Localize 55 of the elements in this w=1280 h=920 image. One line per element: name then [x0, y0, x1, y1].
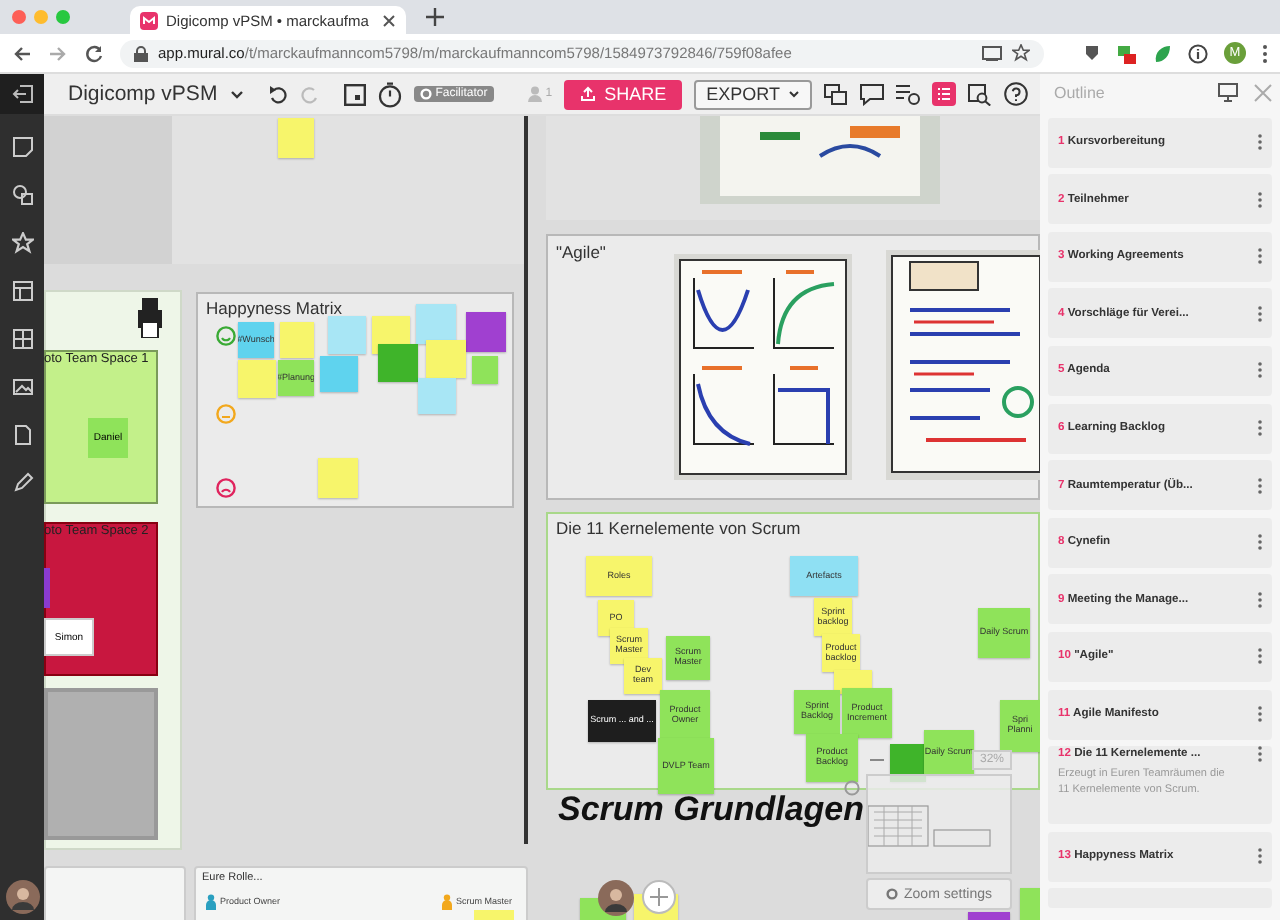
neutral-face-icon	[216, 404, 236, 424]
timer-icon[interactable]	[377, 81, 402, 107]
board-heading: Scrum Grundlagen	[558, 790, 867, 832]
help-icon[interactable]	[1004, 82, 1028, 106]
panel-title: Outline	[1052, 83, 1107, 101]
frame-title: Die 11 Kernelemente von Scrum	[556, 518, 803, 538]
card-background	[44, 866, 186, 920]
grid-icon[interactable]	[11, 328, 33, 350]
pen-icon[interactable]	[11, 472, 33, 494]
extension-icon[interactable]	[1084, 44, 1100, 62]
leaf-icon[interactable]	[1152, 43, 1172, 63]
cast-icon[interactable]	[982, 45, 1002, 61]
menu-icon[interactable]	[1262, 43, 1268, 63]
board-canvas[interactable]	[44, 116, 1040, 920]
extension-icon[interactable]	[1116, 43, 1136, 63]
sticky-note-icon[interactable]	[11, 136, 33, 158]
agile-frame[interactable]: "Agile"	[546, 234, 1040, 500]
lock-icon	[134, 45, 148, 61]
chevron-icon[interactable]	[229, 89, 244, 99]
new-tab-icon[interactable]	[426, 8, 444, 26]
image-icon[interactable]	[11, 376, 33, 398]
sad-face-icon	[216, 478, 236, 498]
chat-icon[interactable]	[860, 83, 884, 105]
info-icon[interactable]	[1188, 43, 1208, 63]
upload-icon	[580, 86, 597, 102]
activity-icon[interactable]	[896, 83, 920, 105]
gear-icon	[886, 888, 899, 900]
user-avatar[interactable]	[598, 880, 634, 916]
caret-icon	[788, 90, 800, 98]
outline-frame-icon[interactable]	[343, 83, 366, 105]
search-icon[interactable]	[968, 83, 992, 105]
export-button[interactable]: EXPORT	[694, 79, 812, 109]
presentation-icon[interactable]	[1218, 82, 1238, 102]
layers-icon[interactable]	[824, 83, 848, 105]
board-title[interactable]: Digicomp vPSM	[68, 82, 218, 106]
share-button[interactable]: SHARE	[564, 79, 683, 109]
frame-title: Happyness Matrix	[206, 298, 345, 318]
frame-title: "Agile"	[556, 242, 608, 262]
plus-icon	[650, 888, 668, 906]
app-icon	[140, 11, 158, 29]
gear-icon	[419, 88, 432, 100]
roles-panel[interactable]	[194, 866, 528, 920]
reload-icon[interactable]	[84, 43, 104, 63]
printer-icon	[138, 298, 162, 338]
shapes-icon[interactable]	[11, 184, 33, 206]
back-icon[interactable]	[12, 43, 32, 63]
outline-icon[interactable]	[932, 82, 956, 106]
close-icon[interactable]	[382, 13, 396, 27]
exit-icon[interactable]	[11, 84, 33, 104]
user-avatar[interactable]	[5, 880, 39, 914]
star-icon[interactable]	[1012, 44, 1030, 62]
frame-icon[interactable]	[11, 280, 33, 302]
undo-icon[interactable]	[267, 84, 288, 104]
happy-face-icon	[216, 326, 236, 346]
file-icon[interactable]	[11, 424, 33, 446]
